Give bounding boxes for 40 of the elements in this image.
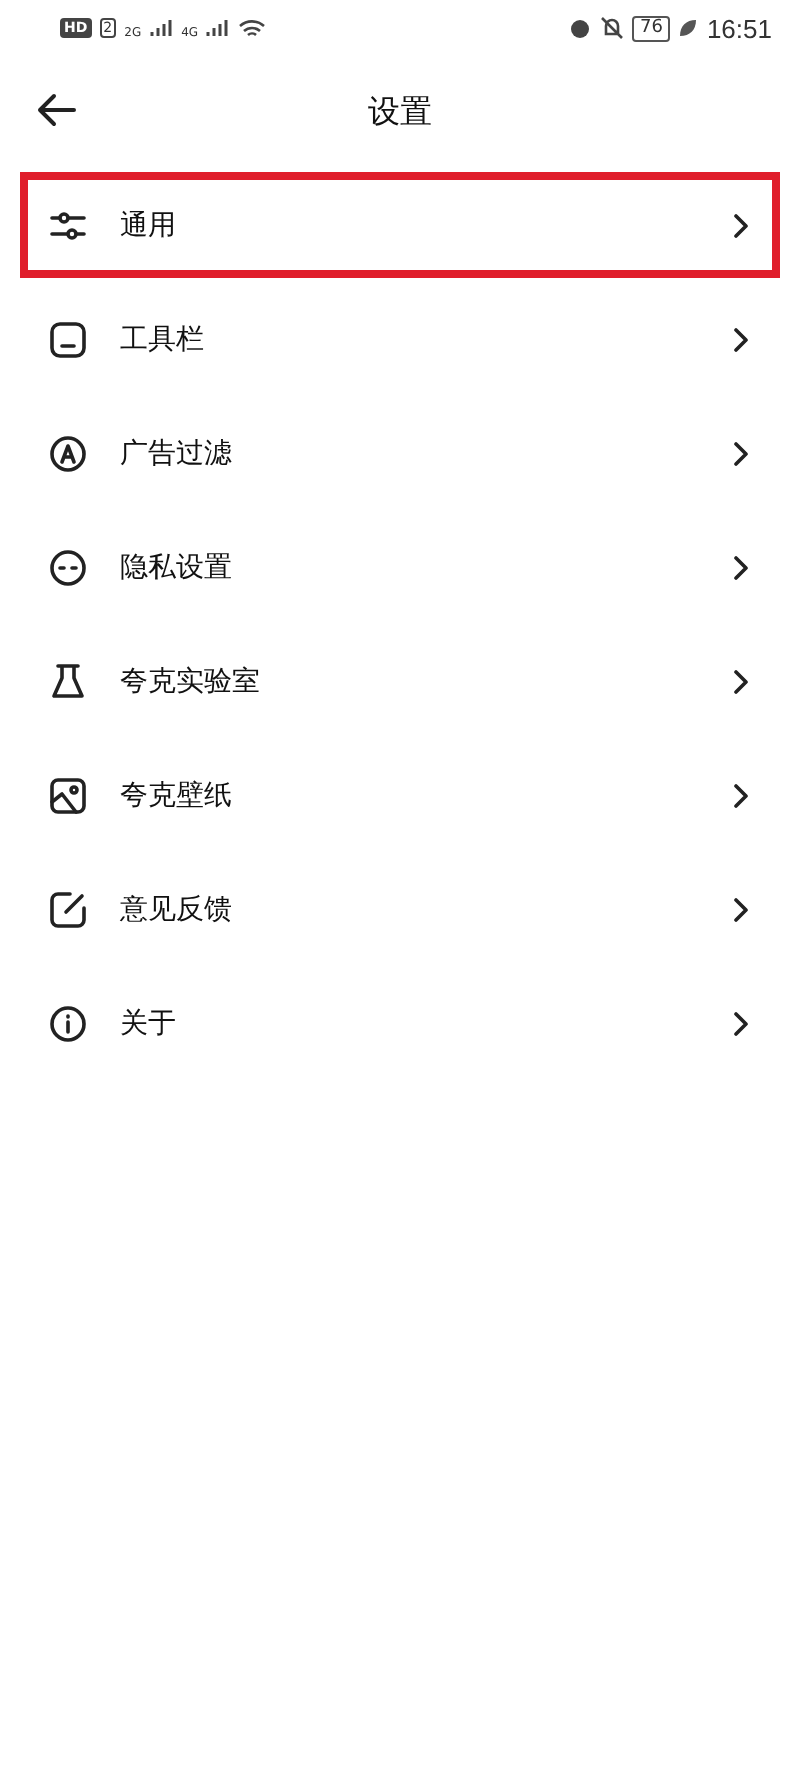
settings-item[interactable]: 夸克实验室 [20, 628, 780, 734]
bell-muted-icon [600, 16, 624, 40]
chevron-icon [732, 1011, 748, 1035]
image-icon [48, 775, 88, 815]
item-label: 通用 [120, 207, 178, 243]
chevron-icon [732, 669, 748, 693]
chevron-icon [732, 441, 748, 465]
item-label: 广告过滤 [120, 435, 234, 471]
item-label: 意见反馈 [120, 891, 234, 927]
toolbar-icon [48, 319, 88, 359]
item-label: 夸克实验室 [120, 663, 262, 699]
ad-block-icon [48, 433, 88, 473]
settings-item[interactable]: 隐私设置 [20, 514, 780, 620]
leaf-icon [678, 18, 699, 38]
chevron-icon [732, 327, 748, 351]
clock-time: 16:51 [706, 13, 772, 43]
edit-icon [48, 889, 88, 929]
settings-item[interactable]: 意见反馈 [20, 856, 780, 962]
battery-level: 76 [632, 15, 671, 41]
highlighted-settings-item[interactable]: 通用 [20, 172, 780, 278]
wifi-icon [238, 17, 267, 39]
settings-item[interactable]: 夸克壁纸 [20, 742, 780, 848]
info-icon [48, 1003, 88, 1043]
alarm-icon [568, 16, 592, 40]
item-label: 关于 [120, 1005, 178, 1041]
chevron-icon [732, 897, 748, 921]
chevron-icon [732, 783, 748, 807]
item-label: 工具栏 [120, 321, 206, 357]
signal-icon [149, 18, 174, 38]
page-title: 设置 [368, 91, 432, 133]
chevron-icon [732, 555, 748, 579]
signal-icon [206, 18, 231, 38]
flask-icon [48, 661, 88, 701]
settings-item[interactable]: 关于 [20, 970, 780, 1076]
item-label: 隐私设置 [120, 549, 234, 585]
item-label: 夸克壁纸 [120, 777, 234, 813]
settings-item[interactable]: 工具栏 [20, 286, 780, 392]
mask-icon [48, 547, 88, 587]
settings-item[interactable]: 广告过滤 [20, 400, 780, 506]
chevron-icon [732, 213, 748, 237]
